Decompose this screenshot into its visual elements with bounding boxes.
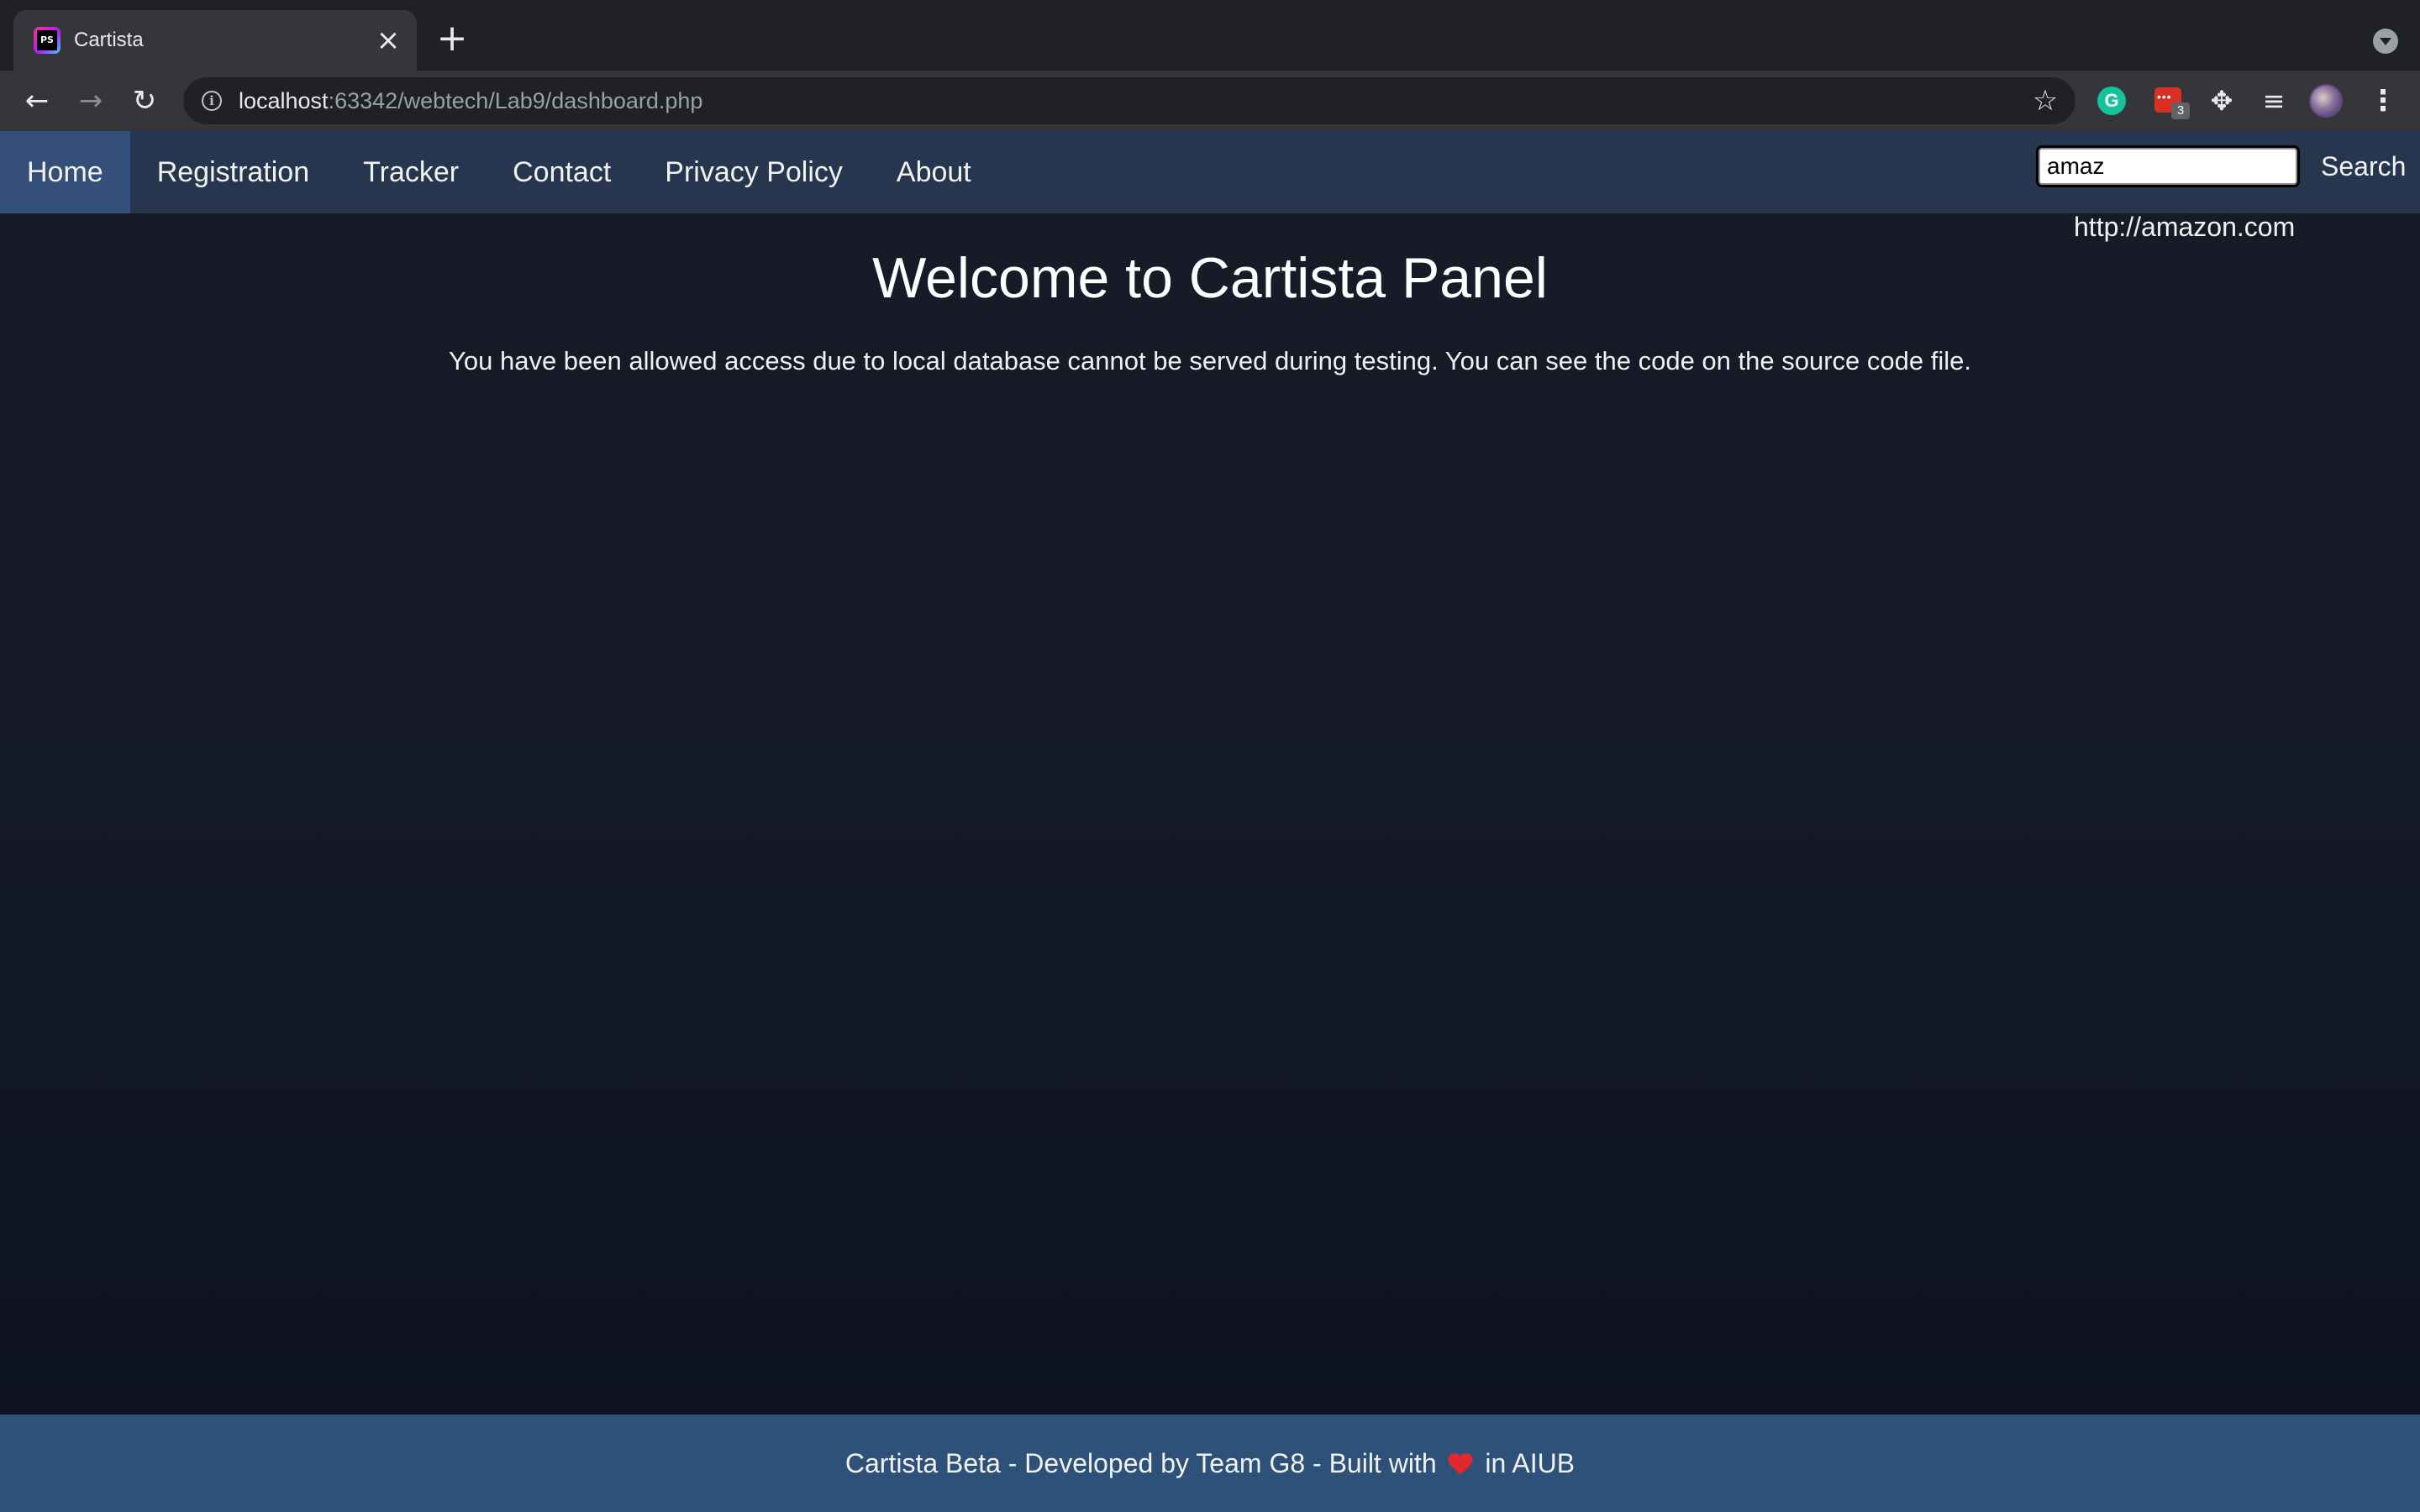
close-tab-icon[interactable]: × (373, 25, 403, 55)
site-info-icon[interactable]: i (202, 91, 222, 111)
nav-contact[interactable]: Contact (486, 131, 638, 213)
forward-icon[interactable]: → (72, 82, 109, 119)
grammarly-extension-icon[interactable]: G (2097, 87, 2126, 115)
welcome-message: You have been allowed access due to loca… (449, 346, 1971, 375)
tab-search-icon[interactable] (2373, 29, 2398, 54)
browser-toolbar: ← → ↻ i localhost:63342/webtech/Lab9/das… (0, 71, 2420, 131)
tab-title: Cartista (74, 29, 144, 51)
nav-registration[interactable]: Registration (130, 131, 336, 213)
nav-tracker[interactable]: Tracker (336, 131, 486, 213)
calendar-extension-icon[interactable]: 3 (2154, 87, 2190, 119)
browser-tab[interactable]: Cartista × (13, 10, 417, 71)
profile-avatar[interactable] (2309, 84, 2343, 118)
nav-about[interactable]: About (870, 131, 998, 213)
extension-badge: 3 (2171, 102, 2190, 119)
bookmark-star-icon[interactable]: ☆ (2028, 84, 2062, 118)
heart-icon (1448, 1452, 1471, 1476)
page: Home Registration Tracker Contact Privac… (0, 131, 2420, 1512)
page-title: Welcome to Cartista Panel (872, 246, 1548, 310)
extensions-puzzle-icon[interactable]: ✥ (2203, 82, 2240, 119)
search-suggestion[interactable]: http://amazon.com (2074, 212, 2295, 243)
url-text[interactable]: localhost:63342/webtech/Lab9/dashboard.p… (239, 77, 702, 124)
nav-links: Home Registration Tracker Contact Privac… (0, 131, 998, 213)
new-tab-icon[interactable]: + (435, 20, 469, 57)
back-icon[interactable]: ← (18, 82, 55, 119)
address-bar[interactable]: i localhost:63342/webtech/Lab9/dashboard… (183, 77, 2075, 124)
reload-icon[interactable]: ↻ (126, 82, 163, 119)
site-navbar: Home Registration Tracker Contact Privac… (0, 131, 2420, 213)
nav-home[interactable]: Home (0, 131, 130, 213)
media-queue-icon[interactable]: ≡ (2255, 82, 2292, 119)
search-input[interactable] (2036, 145, 2300, 187)
nav-privacy-policy[interactable]: Privacy Policy (638, 131, 870, 213)
footer-text: Cartista Beta - Developed by Team G8 - B… (844, 1448, 1437, 1478)
browser-menu-icon[interactable]: ⋮ (2368, 82, 2398, 119)
site-footer: Cartista Beta - Developed by Team G8 - B… (0, 1415, 2420, 1512)
browser-tab-strip: Cartista × + (0, 0, 2420, 71)
footer-location: in AIUB (1485, 1448, 1576, 1478)
search-button[interactable]: Search (2321, 148, 2406, 185)
phpstorm-favicon-icon (34, 27, 60, 54)
